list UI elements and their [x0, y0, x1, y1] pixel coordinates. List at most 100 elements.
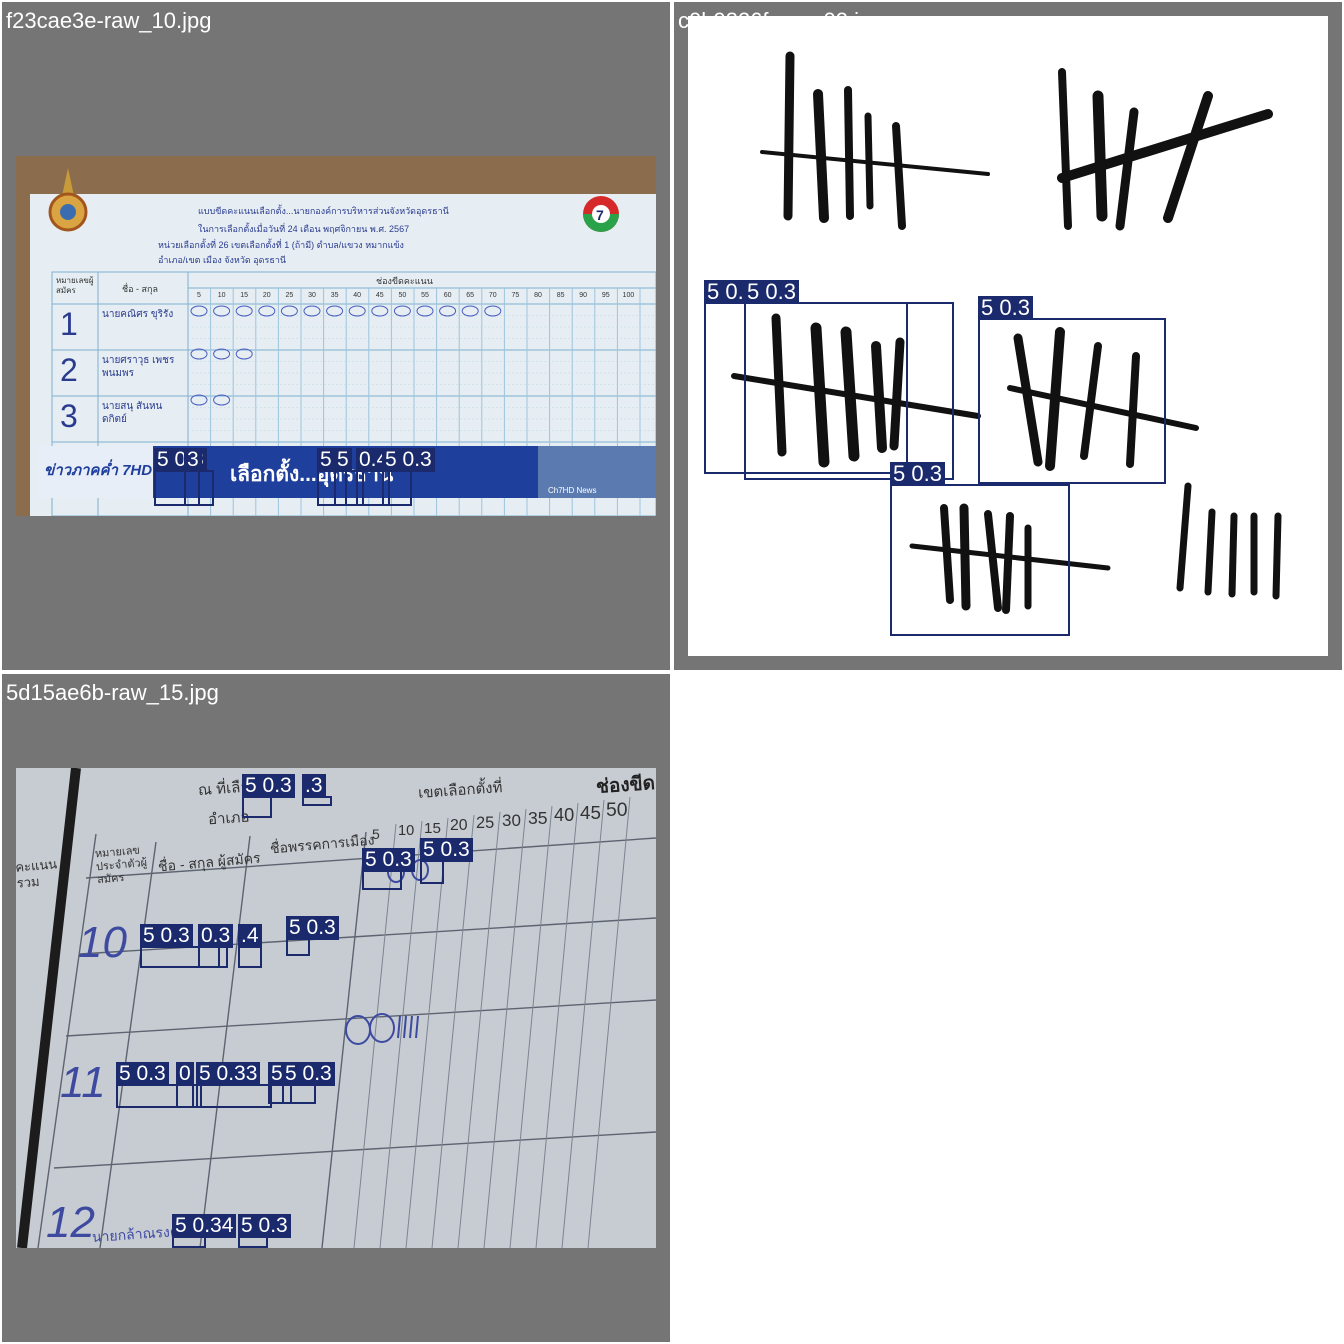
detection-label: 5	[317, 448, 335, 472]
tick-label: 50	[606, 799, 628, 821]
tick-label: 95	[601, 292, 610, 299]
detection-label: 0	[176, 1062, 194, 1086]
detection-label: 5 0.3	[420, 838, 473, 862]
detection-label: 0.3	[198, 924, 234, 948]
candidate-number-12: 12	[46, 1198, 95, 1247]
detection-box: 5 0.3	[238, 1214, 291, 1248]
col-header-number: หมายเลขผู้สมัคร	[56, 276, 94, 295]
detection-label: 5 0.	[704, 280, 747, 304]
mosaic-tile-2: c0b9326f-raw_02.jpg 5 0. 5 0.3 5 0.3 5 0…	[674, 2, 1342, 670]
mosaic-tile-1: f23cae3e-raw_10.jpg 7 แบบขีดคะแนนเลือกตั…	[2, 2, 670, 670]
detection-label: 5 0.3	[362, 848, 415, 872]
col-header-total: คะแนนรวม	[16, 856, 58, 891]
candidate-number-10: 10	[78, 918, 127, 967]
detection-box: .4	[238, 924, 262, 968]
candidate-number-1: 1	[60, 306, 78, 342]
candidate-number-3: 3	[60, 398, 78, 434]
form-header-line3: หน่วยเลือกตั้งที่ 26 เขตเลือกตั้งที่ 1 (…	[158, 240, 404, 250]
detection-box: 5 0.3	[890, 462, 1070, 636]
tick-label: 20	[450, 817, 468, 834]
detection-box: 3	[184, 448, 214, 506]
tick-label: 55	[421, 292, 429, 299]
tick-label: 30	[308, 292, 316, 299]
form-header-d: ช่องขีด	[595, 772, 656, 799]
detection-label: 5 0.3	[890, 462, 945, 486]
tick-label: 85	[556, 292, 565, 299]
detection-box: 5 0.3	[242, 774, 295, 818]
channel-7-logo-icon: 7	[583, 196, 619, 232]
candidate-number-2: 2	[60, 352, 78, 388]
detection-label: .3	[302, 774, 326, 798]
detection-box: 5 0.3	[286, 916, 339, 956]
detection-box: 5 0.33	[196, 1062, 272, 1108]
detection-label: 5 0.3	[286, 916, 339, 940]
tick-label: 75	[511, 292, 520, 299]
tick-label: 35	[330, 292, 339, 299]
candidate-name-2: นายศราวุธ เพชรพนมพร	[102, 355, 175, 379]
detection-box: .3	[302, 774, 332, 806]
tick-label: 60	[443, 292, 452, 299]
detection-label: 5 0.3	[238, 1214, 291, 1238]
detection-box: 5 0.3	[362, 848, 415, 890]
detection-label: 5	[334, 448, 352, 472]
social-handle: Ch7HD News	[548, 486, 597, 495]
detection-label: 5 0.34	[172, 1214, 237, 1238]
tick-label: 45	[580, 802, 601, 823]
detection-box: 5 0.3	[382, 448, 435, 506]
candidate-number-11: 11	[60, 1058, 106, 1107]
svg-text:7: 7	[596, 207, 604, 223]
news-channel-logo: ข่าวภาคค่ำ 7HD	[44, 462, 153, 479]
tick-label: 25	[285, 292, 294, 299]
tick-label: 90	[579, 292, 588, 299]
detection-label: 5 0.3	[282, 1062, 335, 1086]
tick-label: 40	[353, 292, 362, 299]
detection-label: 5 0.3	[242, 774, 295, 798]
tick-label: 40	[554, 805, 575, 825]
tick-label: 5	[372, 826, 380, 842]
form-header-line1: แบบขีดคะแนนเลือกตั้ง...นายกองค์การบริหาร…	[198, 206, 449, 216]
form-header-line4: อำเภอ/เขต เมือง จังหวัด อุดรธานี	[158, 255, 287, 265]
tick-label: 30	[502, 811, 521, 830]
detection-label: 5 0.33	[196, 1062, 261, 1086]
tick-label: 45	[375, 292, 384, 299]
detection-box: 5 0.3	[420, 838, 473, 884]
candidate-name-3: นายสนุ สันหนดกิตย์	[102, 401, 163, 425]
tick-label: 70	[488, 292, 497, 299]
tick-label: 15	[240, 292, 249, 299]
form-photo: ณ ที่เลือก อำเภอ เขตเลือกตั้งที่ ช่องขีด…	[16, 768, 656, 1248]
tick-label: 25	[476, 814, 495, 832]
tick-label: 100	[622, 292, 635, 299]
detection-label: 5 0.3	[382, 448, 435, 472]
detection-label: 5 0.3	[978, 296, 1033, 320]
detection-box: 5 0.3	[744, 280, 954, 480]
tick-label: 80	[534, 292, 542, 299]
tick-label: 65	[466, 292, 475, 299]
tick-label: 20	[262, 292, 271, 299]
emblem-icon	[48, 168, 88, 232]
tick-label: 5	[197, 292, 201, 299]
col-header-tally: ช่องขีดคะแนน	[376, 276, 433, 286]
tick-label: 10	[217, 292, 226, 299]
col-header-number: หมายเลขประจำตัวผู้สมัคร	[94, 844, 148, 887]
detection-box: 5 0.3	[282, 1062, 335, 1104]
detection-label: 5 0.3	[116, 1062, 169, 1086]
tile-filename: f23cae3e-raw_10.jpg	[6, 8, 212, 33]
mosaic-tile-empty	[674, 674, 1342, 1342]
candidate-name-1: นายคณิศร ขุริรัง	[102, 309, 174, 320]
form-header-line2: ในการเลือกตั้งเมื่อวันที่ 24 เดือน พฤศจิ…	[198, 224, 410, 234]
detection-label: 5 0.3	[744, 280, 799, 304]
mosaic-tile-3: 5d15ae6b-raw_15.jpg ณ ที่เลือก อำเภอ เขต…	[2, 674, 670, 1342]
col-header-name: ชื่อ - สกุล	[122, 284, 158, 294]
tile-filename: 5d15ae6b-raw_15.jpg	[6, 680, 219, 705]
detection-label: .4	[238, 924, 262, 948]
tick-label: 10	[398, 823, 415, 839]
detection-box: 5 0.34	[172, 1214, 237, 1248]
tile-filename: c0b9326f-raw_02.jpg	[678, 8, 884, 33]
detection-label: 5 0.3	[140, 924, 193, 948]
tick-label: 50	[398, 292, 407, 299]
detection-box: 0.3	[198, 924, 234, 968]
tick-label: 15	[424, 820, 441, 837]
detection-box: 5 0.3	[978, 296, 1166, 484]
tick-label: 35	[528, 808, 548, 828]
detection-label: 3	[184, 448, 202, 472]
